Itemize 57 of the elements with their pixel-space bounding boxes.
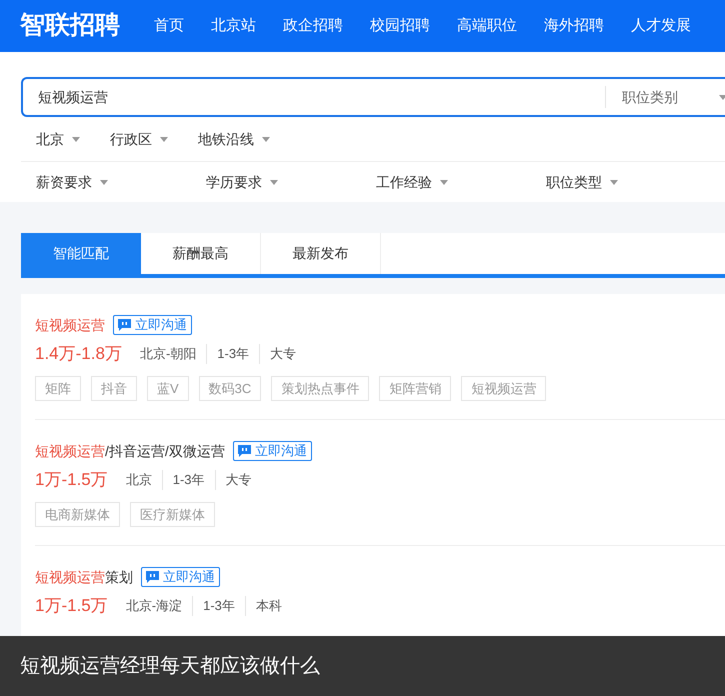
caret-icon (100, 180, 108, 184)
job-title-link[interactable]: 短视频运营 (35, 314, 105, 336)
nav-link[interactable]: 高端职位 (457, 14, 517, 38)
nav-link[interactable]: 首页 (154, 14, 184, 38)
category-dropdown[interactable]: 职位类别 (606, 86, 725, 108)
sort-tab[interactable]: 智能匹配 (21, 233, 141, 274)
salary-text: 1.4万-1.8万 (35, 343, 122, 366)
caret-icon (719, 94, 725, 100)
job-title-link[interactable]: 短视频运营/抖音运营/双微运营 (35, 440, 225, 462)
job-info-text: 北京-海淀 (124, 597, 184, 616)
filter-dropdown[interactable]: 学历要求 (206, 172, 376, 192)
skill-tag: 蓝V (147, 376, 189, 401)
chat-button[interactable]: 立即沟通 (113, 315, 192, 335)
location-dropdown[interactable]: 行政区 (110, 128, 168, 150)
chat-bubble-icon (238, 445, 251, 457)
chat-button[interactable]: 立即沟通 (232, 441, 312, 461)
job-info-text: 1-3年 (192, 596, 245, 616)
skill-tag: 短视频运营 (461, 376, 546, 401)
skill-tag: 矩阵营销 (379, 376, 452, 401)
location-dropdown[interactable]: 地铁沿线 (198, 128, 270, 150)
filter-dropdown[interactable]: 薪资要求 (36, 172, 206, 192)
chat-bubble-icon (146, 571, 159, 583)
chat-bubble-icon (118, 319, 131, 331)
caret-icon (270, 180, 278, 184)
skill-tag: 矩阵 (35, 376, 81, 401)
skill-tag: 抖音 (91, 376, 137, 401)
salary-text: 1万-1.5万 (35, 595, 108, 618)
caption-text: 短视频运营经理每天都应该做什么 (20, 654, 320, 679)
caret-icon (262, 136, 270, 142)
skill-tag: 电商新媒体 (35, 502, 120, 527)
caret-icon (610, 180, 618, 184)
filter-dropdown[interactable]: 工作经验 (376, 172, 546, 192)
job-info-text: 北京 (124, 471, 153, 490)
job-info-text: 本科 (244, 596, 292, 616)
filter-dropdown[interactable]: 职位类型 (546, 172, 716, 192)
skill-tag: 数码3C (198, 376, 262, 401)
search-field[interactable]: 短视频运营 职位类别 (21, 77, 725, 117)
salary-text: 1万-1.5万 (35, 469, 108, 492)
chat-button[interactable]: 立即沟通 (141, 567, 220, 587)
job-info-text: 北京-朝阳 (138, 345, 198, 364)
location-dropdown[interactable]: 北京 (36, 128, 80, 150)
caret-icon (72, 136, 80, 142)
nav-link[interactable]: 海外招聘 (544, 14, 604, 38)
caret-icon (160, 136, 168, 142)
nav-link[interactable]: 校园招聘 (370, 14, 430, 38)
logo[interactable]: 智联招聘 (20, 7, 120, 45)
caret-icon (440, 180, 448, 184)
nav-link[interactable]: 北京站 (211, 14, 256, 38)
job-title-link[interactable]: 短视频运营策划 (35, 566, 133, 588)
nav-link[interactable]: 政企招聘 (283, 14, 343, 38)
skill-tag: 策划热点事件 (271, 376, 370, 401)
nav-link[interactable]: 人才发展 (631, 14, 691, 38)
job-info-text: 大专 (259, 344, 306, 364)
job-info-text: 大专 (214, 470, 262, 490)
job-info-text: 1-3年 (206, 344, 260, 364)
skill-tag: 医疗新媒体 (130, 502, 215, 527)
job-info-text: 1-3年 (162, 470, 215, 490)
